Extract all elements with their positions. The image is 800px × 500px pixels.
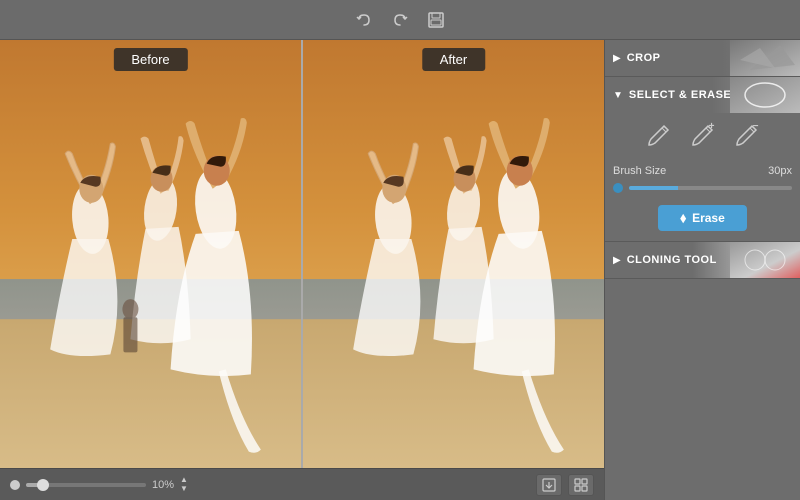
right-panel: ▶ CROP bbox=[604, 40, 800, 500]
before-image: Before bbox=[0, 40, 301, 468]
zoom-slider[interactable] bbox=[26, 483, 146, 487]
erase-button-label: Erase bbox=[692, 211, 725, 225]
cloning-section-header[interactable]: ▶ CLONING TOOL bbox=[605, 242, 800, 278]
after-label: After bbox=[422, 48, 485, 71]
redo-button[interactable] bbox=[388, 8, 412, 32]
minus-indicator: − bbox=[753, 121, 759, 132]
brush-slider-dot bbox=[613, 183, 623, 193]
grid-button[interactable] bbox=[568, 474, 594, 496]
toolbar bbox=[0, 0, 800, 40]
erase-button-row: ⬧ Erase bbox=[605, 201, 800, 241]
tools-row: + − bbox=[605, 113, 800, 161]
zoom-down-arrow[interactable]: ▼ bbox=[180, 485, 188, 493]
export-button[interactable] bbox=[536, 474, 562, 496]
undo-button[interactable] bbox=[352, 8, 376, 32]
zoom-stepper[interactable]: ▲ ▼ bbox=[180, 476, 188, 493]
save-button[interactable] bbox=[424, 8, 448, 32]
cloning-section: ▶ CLONING TOOL bbox=[605, 242, 800, 279]
zoom-dot bbox=[10, 480, 20, 490]
crop-section-header[interactable]: ▶ CROP bbox=[605, 40, 800, 76]
image-panel: Before bbox=[0, 40, 604, 500]
brush-slider-container bbox=[605, 183, 800, 201]
before-label: Before bbox=[113, 48, 187, 71]
zoom-slider-container: 10% ▲ ▼ bbox=[10, 476, 528, 493]
before-after-container: Before bbox=[0, 40, 604, 468]
cloning-arrow-icon: ▶ bbox=[613, 255, 621, 266]
zoom-up-arrow[interactable]: ▲ bbox=[180, 476, 188, 484]
brush-plus-tool-button[interactable]: + bbox=[687, 119, 719, 151]
brush-slider[interactable] bbox=[629, 186, 792, 190]
status-icons bbox=[536, 474, 594, 496]
brush-size-label: Brush Size bbox=[613, 165, 762, 177]
select-erase-header[interactable]: ▼ SELECT & ERASE bbox=[605, 77, 800, 113]
status-bar: 10% ▲ ▼ bbox=[0, 468, 604, 500]
crop-section: ▶ CROP bbox=[605, 40, 800, 77]
crop-arrow-icon: ▶ bbox=[613, 53, 621, 64]
brush-size-value: 30px bbox=[768, 165, 792, 177]
erase-icon: ⬧ bbox=[680, 210, 686, 226]
select-erase-section: ▼ SELECT & ERASE bbox=[605, 77, 800, 242]
after-image: After bbox=[303, 40, 604, 468]
after-image-bg bbox=[303, 40, 604, 468]
plus-indicator: + bbox=[709, 121, 715, 132]
before-image-bg bbox=[0, 40, 301, 468]
brush-tool-button[interactable] bbox=[643, 119, 675, 151]
erase-button[interactable]: ⬧ Erase bbox=[658, 205, 747, 231]
select-erase-arrow-icon: ▼ bbox=[613, 90, 623, 101]
brush-size-row: Brush Size 30px bbox=[605, 161, 800, 183]
zoom-value: 10% bbox=[152, 479, 174, 491]
main-area: Before bbox=[0, 40, 800, 500]
brush-minus-tool-button[interactable]: − bbox=[731, 119, 763, 151]
